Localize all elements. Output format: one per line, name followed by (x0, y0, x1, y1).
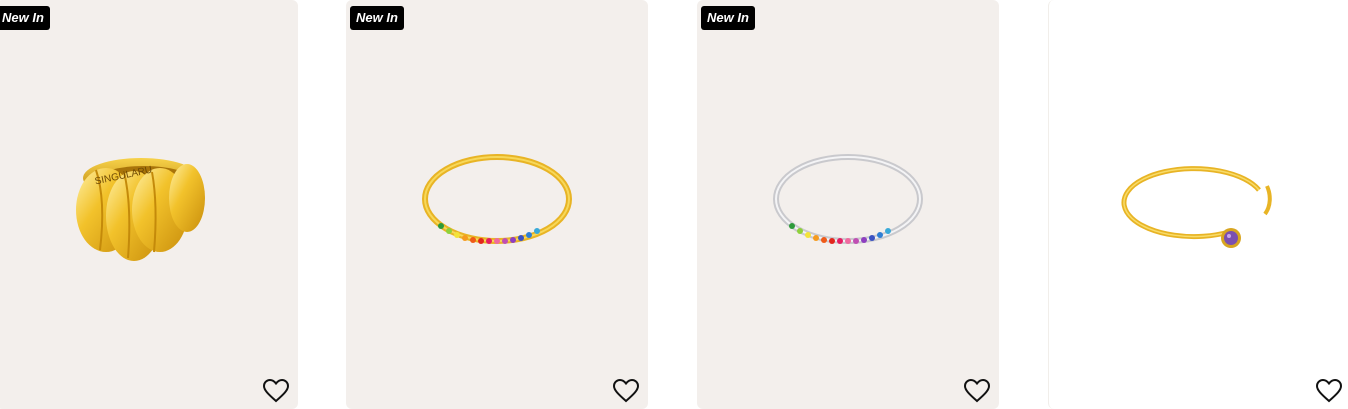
product-card[interactable]: New In (346, 0, 648, 409)
product-card[interactable]: SINGULARU New In (0, 0, 298, 409)
product-image-gold-open-ring[interactable] (1049, 0, 1348, 409)
product-image-silver-rainbow-ring[interactable] (697, 0, 999, 409)
favorite-button[interactable] (1315, 377, 1343, 405)
product-image-gold-rainbow-ring[interactable] (346, 0, 648, 409)
heart-outline-icon (613, 379, 639, 403)
heart-outline-icon (1316, 379, 1342, 403)
new-in-badge: New In (0, 6, 50, 30)
heart-outline-icon (263, 379, 289, 403)
favorite-button[interactable] (262, 377, 290, 405)
new-in-badge: New In (350, 6, 404, 30)
heart-outline-icon (964, 379, 990, 403)
product-card[interactable]: New In (697, 0, 999, 409)
favorite-button[interactable] (612, 377, 640, 405)
favorite-button[interactable] (963, 377, 991, 405)
new-in-badge: New In (701, 6, 755, 30)
product-card[interactable] (1048, 0, 1348, 409)
product-image-chunky-gold-ring[interactable]: SINGULARU (0, 0, 298, 409)
